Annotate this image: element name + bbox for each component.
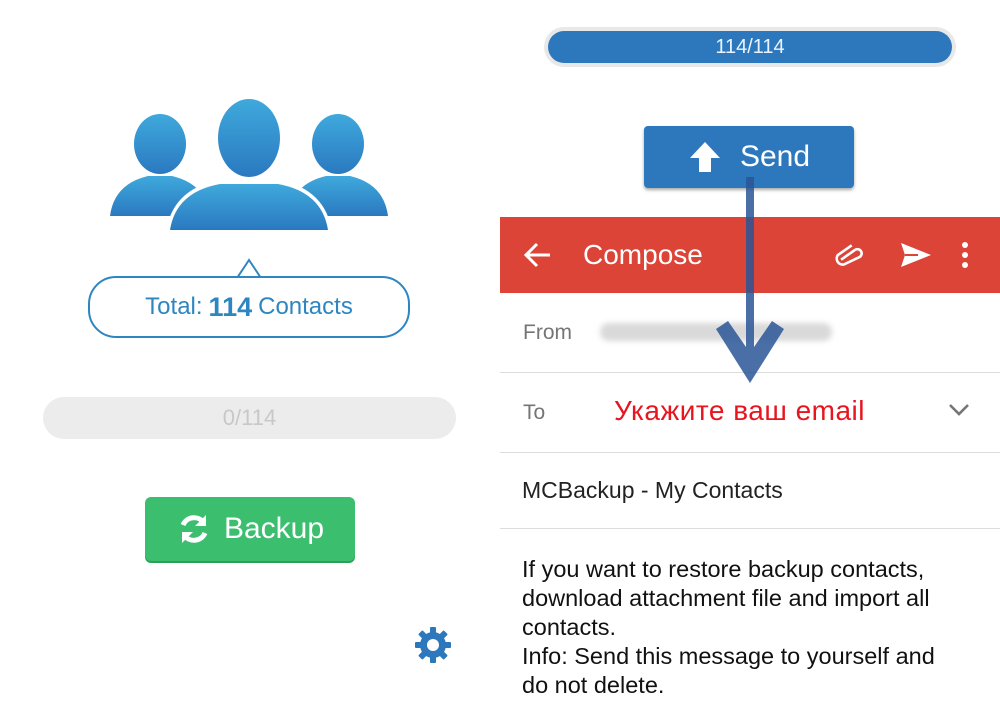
to-row[interactable]: To Укажите ваш email <box>500 373 1000 453</box>
send-progress-text: 114/114 <box>715 35 785 58</box>
total-count: 114 <box>208 291 253 322</box>
chevron-down-icon[interactable] <box>948 403 970 417</box>
total-contacts-bubble: Total: 114 Contacts <box>88 276 410 338</box>
back-arrow-icon[interactable] <box>524 242 552 268</box>
bubble-tip <box>237 258 261 278</box>
compose-title: Compose <box>583 239 703 270</box>
backup-button[interactable]: Backup <box>145 497 355 561</box>
total-prefix: Total: <box>145 293 203 320</box>
blurred-sender-email <box>600 323 832 341</box>
backup-screen: Total: 114 Contacts 0/114 Backup <box>0 0 500 701</box>
from-label: From <box>523 321 572 344</box>
to-label: To <box>523 401 546 424</box>
gear-icon[interactable] <box>414 626 452 664</box>
body-line: download attachment file and import all <box>522 585 930 611</box>
send-progress-bar: 114/114 <box>548 31 952 63</box>
backup-progress-bar: 0/114 <box>43 397 456 439</box>
upload-arrow-icon <box>689 142 720 172</box>
send-screen: 114/114 Send Compose From To Укажите ваш… <box>500 0 1000 701</box>
subject-text[interactable]: MCBackup - My Contacts <box>522 477 783 504</box>
send-label: Send <box>739 140 811 173</box>
body-line: Info: Send this message to yourself and <box>522 643 935 669</box>
body-line: If you want to restore backup contacts, <box>522 556 925 582</box>
send-button[interactable]: Send <box>644 126 854 188</box>
screenshot-root: Total: 114 Contacts 0/114 Backup 114/114… <box>0 0 1000 701</box>
backup-label: Backup <box>223 512 325 545</box>
body-line: contacts. <box>522 614 617 640</box>
from-row[interactable]: From <box>500 293 1000 373</box>
send-icon[interactable] <box>900 241 932 269</box>
body-line: do not delete. <box>522 672 665 698</box>
to-email-hint[interactable]: Укажите ваш email <box>614 395 865 427</box>
message-body[interactable]: If you want to restore backup contacts, … <box>522 555 992 700</box>
attach-icon[interactable] <box>834 241 864 269</box>
backup-progress-text: 0/114 <box>222 405 277 430</box>
refresh-icon <box>180 515 208 543</box>
total-suffix: Contacts <box>258 293 353 320</box>
more-vert-icon[interactable] <box>960 241 970 269</box>
compose-toolbar: Compose <box>500 217 1000 293</box>
contacts-group-icon <box>110 94 388 232</box>
subject-row[interactable]: MCBackup - My Contacts <box>500 453 1000 529</box>
